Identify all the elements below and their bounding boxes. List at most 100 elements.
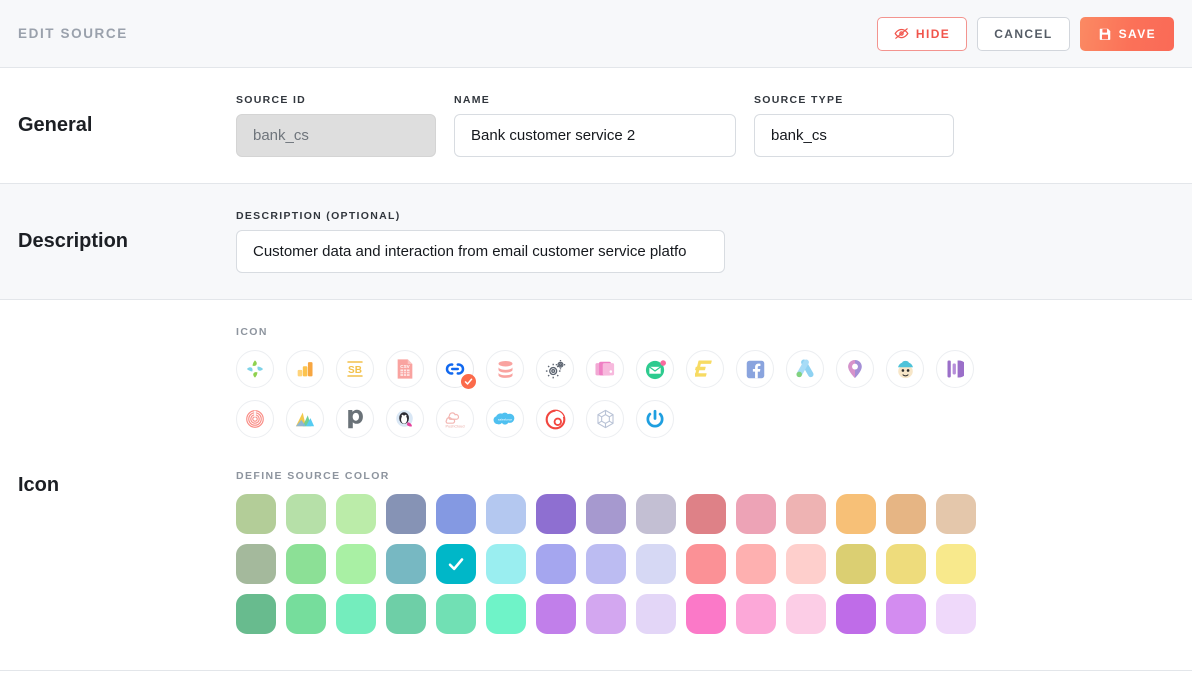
source-type-input[interactable] — [754, 114, 954, 157]
color-swatch[interactable] — [486, 494, 526, 534]
mailchimp-icon — [894, 358, 917, 381]
color-swatch[interactable] — [536, 544, 576, 584]
icon-option-salesforce-icon[interactable]: salesforce — [486, 400, 524, 438]
color-swatch[interactable] — [486, 594, 526, 634]
cancel-button[interactable]: CANCEL — [977, 16, 1070, 51]
description-section: Description DESCRIPTION (OPTIONAL) — [0, 184, 1192, 300]
icon-option-google-ads-icon[interactable] — [786, 350, 824, 388]
color-swatch[interactable] — [686, 544, 726, 584]
leaf-cluster-icon — [244, 358, 266, 380]
color-swatch[interactable] — [636, 594, 676, 634]
icon-option-bars-pillar-icon[interactable] — [936, 350, 974, 388]
icon-option-spiral-icon[interactable] — [236, 400, 274, 438]
icon-option-sb-letters-icon[interactable]: SB — [336, 350, 374, 388]
color-swatch[interactable] — [886, 494, 926, 534]
icon-selected-check-icon — [461, 374, 476, 389]
svg-text:PushCloud: PushCloud — [446, 424, 465, 429]
icon-option-hexagon-icon[interactable] — [586, 400, 624, 438]
salesforce-icon: salesforce — [493, 410, 517, 428]
color-swatch[interactable] — [686, 494, 726, 534]
color-swatch[interactable] — [336, 544, 376, 584]
name-input[interactable] — [454, 114, 736, 157]
source-id-input[interactable] — [236, 114, 436, 157]
icon-option-bar-chart-icon[interactable] — [286, 350, 324, 388]
eye-slash-icon — [894, 26, 909, 41]
color-swatch[interactable] — [536, 494, 576, 534]
icon-option-csv-file-icon[interactable]: CSV — [386, 350, 424, 388]
color-swatch[interactable] — [386, 494, 426, 534]
gears-icon — [544, 358, 567, 381]
description-field-group: DESCRIPTION (OPTIONAL) — [236, 210, 1192, 273]
icon-option-pipedrive-p-icon[interactable] — [336, 400, 374, 438]
color-swatch[interactable] — [436, 594, 476, 634]
csv-file-icon: CSV — [395, 358, 415, 380]
prestashop-icon — [394, 408, 416, 430]
color-swatch[interactable] — [936, 494, 976, 534]
icon-option-oc-logo-icon[interactable] — [436, 350, 476, 389]
color-swatch[interactable] — [486, 544, 526, 584]
icon-option-red-ring-icon[interactable] — [536, 400, 574, 438]
database-icon — [495, 359, 516, 380]
color-swatch[interactable] — [336, 494, 376, 534]
color-swatch[interactable] — [786, 494, 826, 534]
color-swatch[interactable] — [536, 594, 576, 634]
bars-pillar-icon — [946, 359, 964, 379]
icon-option-e-letter-icon[interactable] — [686, 350, 724, 388]
color-swatch[interactable] — [736, 594, 776, 634]
color-swatch[interactable] — [286, 494, 326, 534]
color-swatch[interactable] — [236, 544, 276, 584]
color-swatch[interactable] — [636, 544, 676, 584]
color-swatch[interactable] — [786, 594, 826, 634]
color-swatch[interactable] — [236, 494, 276, 534]
save-button[interactable]: SAVE — [1079, 16, 1174, 51]
description-input[interactable] — [236, 230, 725, 273]
floppy-disk-icon — [1098, 27, 1112, 41]
color-swatch[interactable] — [886, 594, 926, 634]
svg-text:SB: SB — [348, 365, 362, 376]
color-swatch[interactable] — [286, 544, 326, 584]
color-swatch[interactable] — [786, 544, 826, 584]
color-swatch[interactable] — [286, 594, 326, 634]
color-swatch[interactable] — [836, 544, 876, 584]
color-swatch[interactable] — [436, 544, 476, 584]
map-pin-icon — [844, 358, 866, 380]
color-swatch[interactable] — [436, 494, 476, 534]
top-bar: EDIT SOURCE HIDE CANCEL SAVE — [0, 0, 1192, 68]
description-section-body: DESCRIPTION (OPTIONAL) — [236, 184, 1192, 299]
icon-section-label: Icon — [18, 473, 60, 496]
envelope-icon — [644, 358, 667, 381]
icon-option-database-icon[interactable] — [486, 350, 524, 388]
icon-option-power-button-icon[interactable] — [636, 400, 674, 438]
icon-option-leaf-cluster-icon[interactable] — [236, 350, 274, 388]
color-swatch[interactable] — [636, 494, 676, 534]
hide-button[interactable]: HIDE — [876, 16, 968, 51]
color-swatch[interactable] — [736, 544, 776, 584]
color-swatch[interactable] — [386, 544, 426, 584]
color-swatch[interactable] — [386, 594, 426, 634]
color-swatch[interactable] — [886, 544, 926, 584]
hexagon-icon — [594, 408, 617, 430]
e-letter-icon — [695, 358, 715, 380]
color-swatch[interactable] — [836, 494, 876, 534]
icon-option-prestashop-icon[interactable] — [386, 400, 424, 438]
icon-option-map-pin-icon[interactable] — [836, 350, 874, 388]
general-section-body: SOURCE ID NAME SOURCE TYPE — [236, 68, 1192, 183]
color-swatch[interactable] — [586, 494, 626, 534]
icon-option-facebook-icon[interactable] — [736, 350, 774, 388]
color-swatch[interactable] — [936, 544, 976, 584]
icon-option-envelope-icon[interactable] — [636, 350, 674, 388]
color-swatch[interactable] — [736, 494, 776, 534]
color-swatch[interactable] — [836, 594, 876, 634]
color-swatch[interactable] — [936, 594, 976, 634]
icon-option-mountain-chart-icon[interactable] — [286, 400, 324, 438]
color-swatch[interactable] — [686, 594, 726, 634]
icon-option-cards-stack-icon[interactable] — [586, 350, 624, 388]
icon-option-gears-icon[interactable] — [536, 350, 574, 388]
icon-option-pushcloud-icon[interactable]: PushCloud — [436, 400, 474, 438]
color-swatch[interactable] — [586, 594, 626, 634]
icon-option-mailchimp-icon[interactable] — [886, 350, 924, 388]
color-swatch[interactable] — [236, 594, 276, 634]
color-swatch[interactable] — [336, 594, 376, 634]
icon-section-body: ICON SB CSV PushCloud salesforce DEFINE SOU… — [236, 300, 1192, 670]
color-swatch[interactable] — [586, 544, 626, 584]
